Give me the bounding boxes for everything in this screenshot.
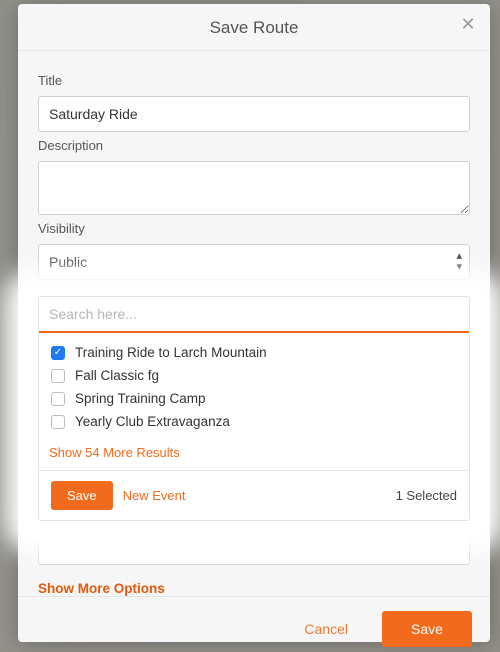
checkbox-icon[interactable]	[51, 392, 65, 406]
new-event-button[interactable]: New Event	[113, 481, 196, 510]
collapsed-field-remainder	[38, 535, 470, 565]
description-input[interactable]	[38, 161, 470, 215]
event-picker-highlight: ✓ Training Ride to Larch Mountain Fall C…	[24, 288, 484, 535]
checkbox-icon[interactable]: ✓	[51, 346, 65, 360]
event-picker-footer: Save New Event 1 Selected	[39, 470, 469, 520]
event-item-label: Training Ride to Larch Mountain	[75, 345, 267, 360]
event-search-input[interactable]	[39, 297, 469, 333]
event-item[interactable]: Spring Training Camp	[49, 387, 463, 410]
event-item[interactable]: ✓ Training Ride to Larch Mountain	[49, 341, 463, 364]
event-item-label: Spring Training Camp	[75, 391, 206, 406]
selected-count: 1 Selected	[396, 488, 457, 503]
show-more-results-link[interactable]: Show 54 More Results	[39, 437, 469, 470]
event-save-button[interactable]: Save	[51, 481, 113, 510]
event-item-label: Yearly Club Extravaganza	[75, 414, 230, 429]
save-route-modal: Save Route ✕ Title Description Visibilit…	[18, 4, 490, 642]
event-item[interactable]: Fall Classic fg	[49, 364, 463, 387]
event-item[interactable]: Yearly Club Extravaganza	[49, 410, 463, 433]
app-background: Save Route ✕ Title Description Visibilit…	[0, 0, 500, 652]
event-picker-panel: ✓ Training Ride to Larch Mountain Fall C…	[38, 296, 470, 521]
checkbox-icon[interactable]	[51, 415, 65, 429]
description-label: Description	[38, 138, 470, 153]
visibility-value: Public	[38, 244, 470, 280]
close-icon[interactable]: ✕	[458, 14, 478, 34]
cancel-button[interactable]: Cancel	[280, 611, 372, 647]
save-button[interactable]: Save	[382, 611, 472, 647]
title-label: Title	[38, 73, 470, 88]
show-more-options-link[interactable]: Show More Options	[38, 581, 470, 596]
title-input[interactable]	[38, 96, 470, 132]
visibility-label: Visibility	[38, 221, 470, 236]
modal-body: Title Description Visibility Public ▴▾ ✓…	[18, 51, 490, 596]
modal-header: Save Route ✕	[18, 4, 490, 51]
modal-title: Save Route	[210, 18, 299, 37]
visibility-select[interactable]: Public ▴▾	[38, 244, 470, 280]
checkbox-icon[interactable]	[51, 369, 65, 383]
modal-footer: Cancel Save	[18, 596, 490, 652]
event-list: ✓ Training Ride to Larch Mountain Fall C…	[39, 333, 469, 437]
event-item-label: Fall Classic fg	[75, 368, 159, 383]
